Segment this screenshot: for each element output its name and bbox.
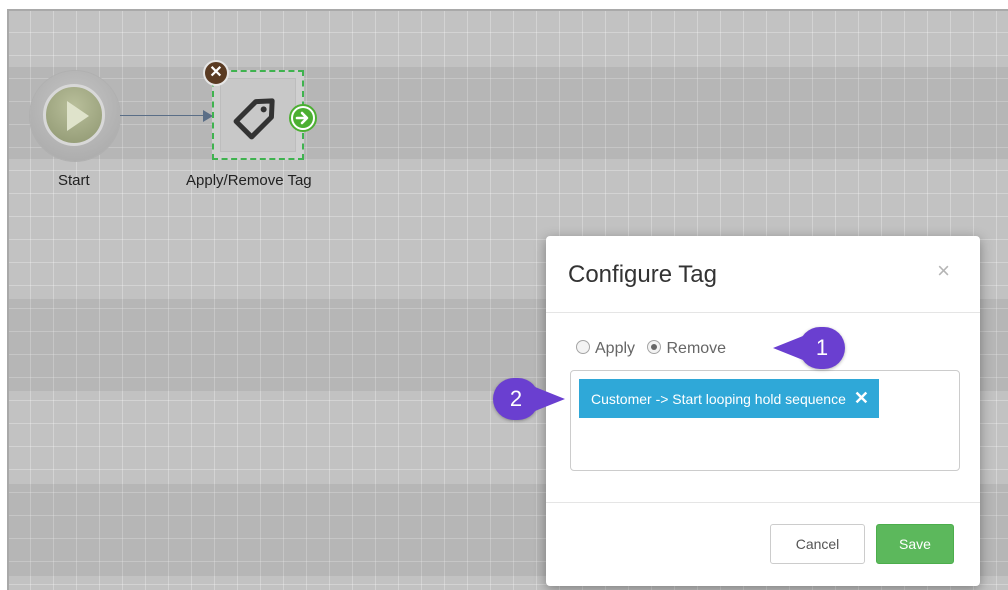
radio-apply[interactable]: Apply xyxy=(576,340,635,358)
tag-icon xyxy=(233,98,275,140)
radio-remove[interactable]: Remove xyxy=(647,340,726,358)
modal-title: Configure Tag xyxy=(568,261,717,288)
chip-close-icon[interactable]: ✕ xyxy=(854,388,869,408)
radio-apply-circle[interactable] xyxy=(576,340,590,354)
cancel-button[interactable]: Cancel xyxy=(770,524,865,564)
start-node-label: Start xyxy=(58,172,90,189)
apply-remove-radio-group: Apply Remove xyxy=(576,340,734,358)
node-connector xyxy=(120,115,206,116)
play-icon xyxy=(67,101,89,131)
tag-select-input[interactable]: Customer -> Start looping hold sequence ✕ xyxy=(570,370,960,471)
start-node[interactable] xyxy=(30,71,120,161)
radio-remove-label: Remove xyxy=(666,340,727,357)
tag-chip: Customer -> Start looping hold sequence ✕ xyxy=(579,379,879,418)
modal-header: Configure Tag × xyxy=(546,236,980,313)
close-icon[interactable]: × xyxy=(937,260,950,282)
tag-node-inner xyxy=(220,78,296,152)
radio-remove-circle[interactable] xyxy=(647,340,662,354)
configure-tag-modal: Configure Tag × Apply Remove Customer ->… xyxy=(546,236,980,586)
start-node-inner xyxy=(43,84,105,146)
canvas-frame-top xyxy=(7,9,1008,11)
save-button[interactable]: Save xyxy=(876,524,954,564)
callout-marker-2: 2 xyxy=(493,378,565,420)
tag-node-label: Apply/Remove Tag xyxy=(186,172,312,189)
callout-marker-1: 1 xyxy=(773,327,845,369)
radio-apply-label: Apply xyxy=(595,340,636,357)
tag-chip-label: Customer -> Start looping hold sequence xyxy=(591,391,846,407)
canvas-frame-left xyxy=(7,9,9,590)
next-arrow-icon[interactable] xyxy=(289,104,317,132)
modal-footer: Cancel Save xyxy=(546,502,980,586)
remove-node-icon[interactable]: ✕ xyxy=(203,60,229,86)
